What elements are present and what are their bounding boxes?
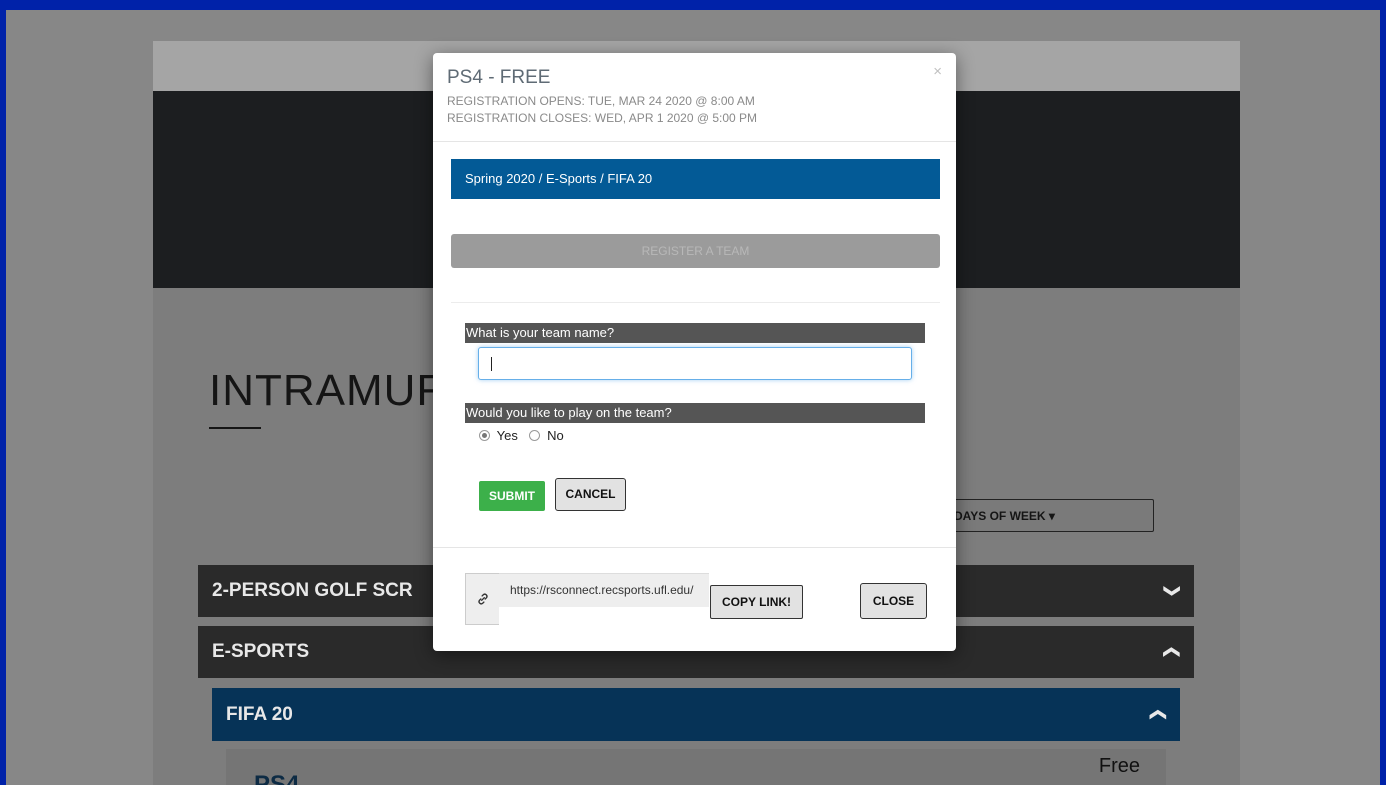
chevron-down-icon: ❯: [1163, 584, 1181, 598]
close-button[interactable]: CLOSE: [860, 583, 927, 619]
ps4-league-card[interactable]: PS4 Free: [226, 749, 1166, 785]
register-team-button[interactable]: REGISTER A TEAM: [451, 234, 940, 268]
modal-title: PS4 - FREE: [447, 67, 551, 88]
radio-no-label: No: [547, 428, 564, 443]
share-link-field[interactable]: https://rsconnect.recsports.ufl.edu/: [499, 573, 709, 607]
play-on-team-label: Would you like to play on the team?: [465, 403, 925, 423]
registration-opens: REGISTRATION OPENS: TUE, MAR 24 2020 @ 8…: [447, 94, 755, 108]
close-icon[interactable]: ×: [933, 63, 942, 80]
breadcrumb: Spring 2020 / E-Sports / FIFA 20: [451, 159, 940, 199]
title-underline: [209, 427, 261, 429]
accordion-golf-label: 2-PERSON GOLF SCR: [212, 580, 413, 601]
league-title: PS4: [254, 771, 300, 785]
accordion-fifa-20[interactable]: FIFA 20 ❯: [212, 688, 1180, 741]
league-price: Free: [1098, 755, 1140, 777]
cancel-button[interactable]: CANCEL: [555, 478, 626, 511]
accordion-fifa-20-label: FIFA 20: [226, 704, 293, 725]
team-name-input[interactable]: [478, 347, 912, 380]
submit-button[interactable]: SUBMIT: [479, 481, 545, 511]
chevron-up-icon: ❯: [1148, 707, 1166, 722]
text-cursor: [491, 357, 492, 371]
registration-modal: PS4 - FREE REGISTRATION OPENS: TUE, MAR …: [433, 53, 956, 651]
radio-no[interactable]: [529, 430, 541, 441]
play-on-team-radio-group: Yes No: [479, 428, 564, 443]
modal-header: PS4 - FREE REGISTRATION OPENS: TUE, MAR …: [433, 53, 956, 142]
copy-link-button[interactable]: COPY LINK!: [710, 585, 803, 619]
radio-yes-label: Yes: [496, 428, 518, 443]
link-icon: [465, 573, 499, 625]
team-name-label: What is your team name?: [465, 323, 925, 343]
modal-footer-divider: [433, 547, 956, 548]
accordion-esports-label: E-SPORTS: [212, 641, 310, 662]
chevron-up-icon: ❯: [1162, 645, 1180, 659]
days-of-week-dropdown[interactable]: DAYS OF WEEK ▾: [951, 499, 1154, 532]
divider: [451, 302, 940, 303]
radio-yes[interactable]: [479, 430, 490, 441]
registration-closes: REGISTRATION CLOSES: WED, APR 1 2020 @ 5…: [447, 111, 758, 125]
